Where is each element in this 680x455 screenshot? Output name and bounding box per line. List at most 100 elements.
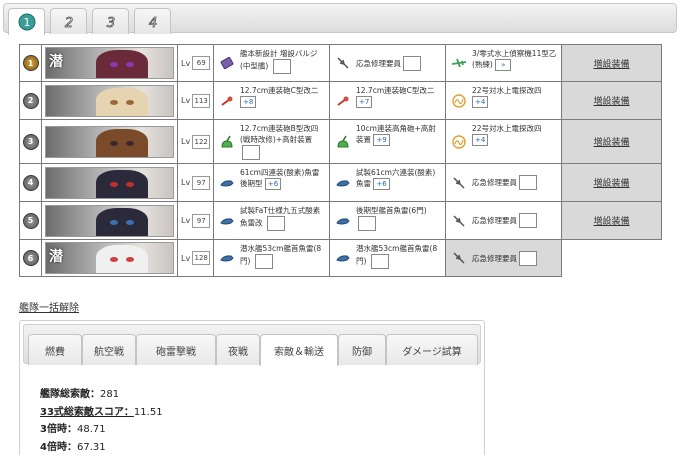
improvement-input[interactable]	[266, 216, 285, 231]
tab-air-battle[interactable]: 航空戦	[82, 334, 136, 365]
equipment-name: 潜水艦53cm艦首魚雷(8門)	[356, 244, 438, 266]
ship-level-input[interactable]: 69	[192, 56, 211, 70]
equipment-slot[interactable]: 後期型艦首魚雷(6門)	[329, 201, 446, 240]
ship-level-input[interactable]: 97	[192, 175, 211, 190]
fleet-table: 1 潜 Lv 69 艦本新設計 増設バルジ(中型艦) 応急修理要員 3/零式水上偵…	[19, 44, 662, 277]
equipment-slot[interactable]: 試製61cm六連装(酸素)魚雷 +6	[329, 163, 446, 202]
equipment-slot[interactable]: 潜水艦53cm艦首魚雷(8門)	[329, 239, 446, 277]
equipment-slot[interactable]: 応急修理要員	[445, 163, 562, 202]
fleet-tab-1[interactable]: 1	[8, 8, 45, 35]
extra-slot-button[interactable]: 増設装備	[593, 179, 629, 189]
improvement-input[interactable]	[519, 213, 537, 228]
improvement-input[interactable]: »	[495, 59, 512, 71]
improvement-input[interactable]	[370, 254, 389, 269]
ship-level-input[interactable]: 113	[192, 93, 211, 108]
equipment-slot[interactable]: 潜水艦53cm艦首魚雷(8門)	[213, 239, 330, 277]
equipment-slot[interactable]: 22号対水上電探改四 +4	[445, 81, 562, 120]
extra-slot-cell[interactable]: 増設装備	[561, 81, 662, 120]
extra-slot-cell[interactable]: 増設装備	[561, 201, 662, 240]
tab-shelling[interactable]: 砲雷撃戦	[136, 334, 216, 365]
ship-banner-cell[interactable]	[41, 201, 178, 240]
seaplane-icon	[451, 55, 467, 71]
improvement-input[interactable]	[519, 175, 537, 190]
ship-level-cell: Lv 128	[177, 239, 214, 277]
extra-slot-button[interactable]: 増設装備	[593, 60, 629, 70]
improvement-input[interactable]	[358, 216, 376, 231]
tab-damage-calc[interactable]: ダメージ試算	[386, 334, 478, 365]
ship-banner[interactable]: 潜	[45, 47, 174, 79]
improvement-input[interactable]	[403, 55, 421, 71]
ship-banner[interactable]	[45, 166, 174, 199]
extra-slot-cell[interactable]: 増設装備	[561, 163, 662, 202]
repair-crew-icon	[451, 213, 467, 229]
equipment-name: 応急修理要員	[472, 253, 517, 263]
equipment-slot[interactable]: 応急修理要員	[329, 44, 446, 82]
equipment-slot[interactable]: 22号対水上電探改四 +4	[445, 119, 562, 164]
fleet-tab-4[interactable]: 4	[134, 8, 171, 34]
equipment-slot[interactable]: 応急修理要員	[445, 201, 562, 240]
ship-banner[interactable]	[45, 84, 174, 117]
equipment-slot[interactable]: 61cm四連装(酸素)魚雷後期型 +6	[213, 163, 330, 202]
improvement-input[interactable]: +4	[472, 134, 489, 146]
fleet-tab-3[interactable]: 3	[92, 8, 129, 34]
ship-portrait-eyes	[110, 181, 134, 187]
improvement-input[interactable]: +9	[373, 134, 390, 146]
stat-33-score: 33式総索敵スコア：11.51	[40, 406, 163, 418]
equipment-slot[interactable]: 12.7cm連装砲B型改四(戦時改修)+高射装置	[213, 119, 330, 164]
ship-banner[interactable]	[45, 204, 174, 237]
improvement-input[interactable]: +7	[356, 96, 373, 108]
equipment-name: 22号対水上電探改四	[472, 124, 542, 133]
ship-portrait-eyes	[110, 62, 134, 67]
svg-text:2: 2	[64, 16, 72, 31]
improvement-input[interactable]	[242, 145, 260, 160]
improvement-input[interactable]	[254, 254, 273, 269]
equipment-slot[interactable]: 10cm連装高角砲+高射装置 +9	[329, 119, 446, 164]
improvement-input[interactable]: +4	[472, 96, 489, 108]
repair-crew-icon	[451, 175, 467, 191]
equipment-slot[interactable]: 試製FaT仕様九五式酸素魚雷改	[213, 201, 330, 240]
extra-slot-button[interactable]: 増設装備	[593, 217, 629, 227]
tab-defense[interactable]: 防御	[338, 334, 386, 365]
ship-level-cell: Lv 113	[177, 81, 214, 120]
torpedo-icon	[335, 213, 351, 229]
ship-position-cell: 1	[19, 44, 42, 82]
improvement-input[interactable]: +6	[373, 178, 390, 190]
ship-row: 1 潜 Lv 69 艦本新設計 増設バルジ(中型艦) 応急修理要員 3/零式水上偵…	[19, 44, 662, 82]
equipment-slot[interactable]: 12.7cm連装砲C型改二 +8	[213, 81, 330, 120]
extra-slot-cell[interactable]: 増設装備	[561, 119, 662, 164]
improvement-input[interactable]: +6	[264, 178, 282, 190]
extra-slot-button[interactable]: 増設装備	[593, 97, 629, 107]
ship-level-input[interactable]: 128	[192, 251, 211, 265]
fleet-tab-2[interactable]: 2	[50, 8, 87, 34]
tab-night-battle[interactable]: 夜戦	[216, 334, 260, 365]
radar-icon	[451, 93, 467, 109]
improvement-input[interactable]	[272, 59, 291, 74]
ship-banner-cell[interactable]	[41, 119, 178, 164]
ship-position-cell: 3	[19, 119, 42, 164]
ship-banner-cell[interactable]: 潜	[41, 44, 178, 82]
ship-banner[interactable]: 潜	[45, 242, 174, 274]
torpedo-icon	[219, 213, 235, 229]
extra-slot-empty	[561, 239, 662, 277]
ship-row: 2 Lv 113 12.7cm連装砲C型改二 +8 12.7cm連装砲C型改二 +…	[19, 81, 662, 120]
extra-slot-button[interactable]: 増設装備	[593, 138, 629, 148]
tab-fuel[interactable]: 燃費	[28, 334, 82, 365]
ship-level-input[interactable]: 122	[192, 134, 211, 149]
improvement-input[interactable]	[519, 250, 537, 266]
ship-banner-cell[interactable]: 潜	[41, 239, 178, 277]
improvement-input[interactable]: +8	[240, 96, 257, 108]
ship-level-input[interactable]: 97	[192, 213, 211, 228]
equipment-slot[interactable]: 艦本新設計 増設バルジ(中型艦)	[213, 44, 330, 82]
aa-gun-icon	[335, 134, 351, 150]
tab-los-transport[interactable]: 索敵＆輸送	[260, 334, 338, 366]
ship-banner[interactable]	[45, 125, 174, 158]
release-all-link[interactable]: 艦隊一括解除	[19, 299, 79, 314]
extra-slot-cell[interactable]: 増設装備	[561, 44, 662, 82]
ship-banner-cell[interactable]	[41, 81, 178, 120]
ship-banner-cell[interactable]	[41, 163, 178, 202]
equipment-slot[interactable]: 12.7cm連装砲C型改二 +7	[329, 81, 446, 120]
radar-icon	[451, 134, 467, 150]
analysis-panel: 燃費 航空戦 砲雷撃戦 夜戦 索敵＆輸送 防御 ダメージ試算 艦隊総索敵：281…	[19, 320, 485, 455]
equipment-slot[interactable]: 応急修理要員	[445, 239, 562, 277]
equipment-slot[interactable]: 3/零式水上偵察機11型乙(熟練) »	[445, 44, 562, 82]
